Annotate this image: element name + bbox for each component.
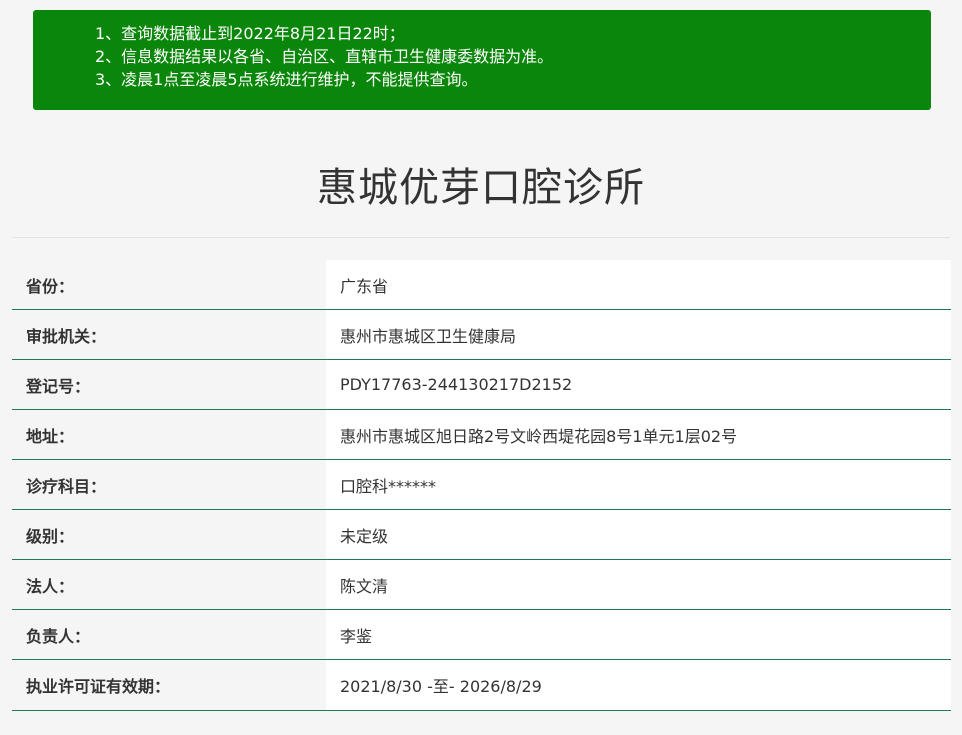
row-label: 省份： [12, 260, 326, 309]
table-row-registration-number: 登记号： PDY17763-244130217D2152 [12, 360, 951, 410]
table-row-approval-authority: 审批机关： 惠州市惠城区卫生健康局 [12, 310, 951, 360]
notice-line: 1、查询数据截止到2022年8月21日22时； [95, 24, 405, 43]
row-label: 级别： [12, 510, 326, 559]
notice-line: 2、信息数据结果以各省、自治区、直辖市卫生健康委数据为准。 [95, 47, 554, 66]
row-label: 法人： [12, 560, 326, 609]
table-row-level: 级别： 未定级 [12, 510, 951, 560]
row-value: 惠州市惠城区卫生健康局 [326, 310, 951, 359]
row-label: 登记号： [12, 360, 326, 409]
row-label: 诊疗科目： [12, 460, 326, 509]
row-label: 负责人： [12, 610, 326, 659]
row-value: 广东省 [326, 260, 951, 309]
page-title: 惠城优芽口腔诊所 [317, 165, 645, 211]
table-row-legal-person: 法人： 陈文清 [12, 560, 951, 610]
row-value: 口腔科****** [326, 460, 951, 509]
row-value: 2021/8/30 -至- 2026/8/29 [326, 660, 951, 710]
row-label: 审批机关： [12, 310, 326, 359]
notice-line: 3、凌晨1点至凌晨5点系统进行维护，不能提供查询。 [95, 70, 478, 89]
table-row-license-validity: 执业许可证有效期： 2021/8/30 -至- 2026/8/29 [12, 660, 951, 711]
row-value: 陈文清 [326, 560, 951, 609]
table-row-person-in-charge: 负责人： 李鉴 [12, 610, 951, 660]
row-label: 地址： [12, 410, 326, 459]
row-value: PDY17763-244130217D2152 [326, 360, 951, 409]
row-value: 惠州市惠城区旭日路2号文岭西堤花园8号1单元1层02号 [326, 410, 951, 459]
clinic-info-table: 省份： 广东省 审批机关： 惠州市惠城区卫生健康局 登记号： PDY17763-… [12, 260, 951, 711]
table-row-address: 地址： 惠州市惠城区旭日路2号文岭西堤花园8号1单元1层02号 [12, 410, 951, 460]
title-divider [12, 237, 950, 238]
table-row-province: 省份： 广东省 [12, 260, 951, 310]
row-value: 李鉴 [326, 610, 951, 659]
notice-banner: 1、查询数据截止到2022年8月21日22时； 2、信息数据结果以各省、自治区、… [33, 10, 931, 110]
row-value: 未定级 [326, 510, 951, 559]
row-label: 执业许可证有效期： [12, 660, 326, 710]
table-row-departments: 诊疗科目： 口腔科****** [12, 460, 951, 510]
